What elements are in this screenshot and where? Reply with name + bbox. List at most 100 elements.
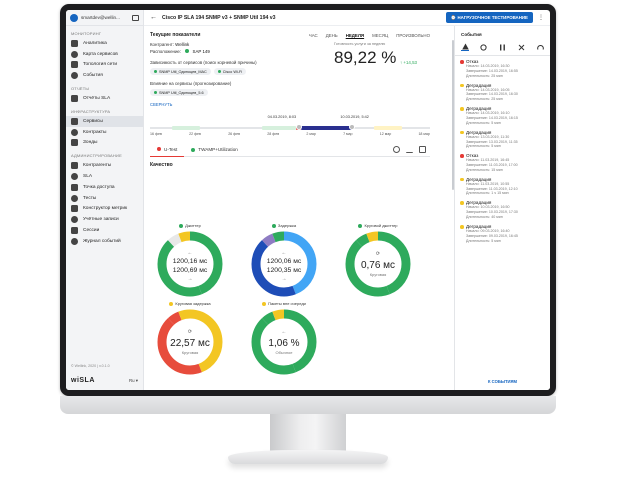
arrow-icon: ←: [282, 329, 287, 335]
service-chip[interactable]: SNMP Util_Одиноцев_MAC: [150, 68, 211, 75]
line-chart-icon[interactable]: [406, 146, 413, 153]
event-item[interactable]: Деградация Начало: 14.03.2019, 16:05 Завер…: [460, 83, 544, 102]
event-item[interactable]: Отказ Начало: 14.03.2019, 16:30 Завершение…: [460, 59, 544, 78]
monitor-base: [228, 450, 388, 464]
tab-label: U-Test: [164, 146, 178, 152]
event-item[interactable]: Отказ Начало: 11.03.2019, 16:45 Завершение…: [460, 153, 544, 172]
sidebar-item[interactable]: Аналитика: [66, 38, 143, 49]
test-tab-list: U-Test TWAMP+Utilization: [150, 143, 245, 157]
grid-icon[interactable]: [419, 146, 426, 153]
refresh-icon[interactable]: [480, 43, 488, 51]
service-chip[interactable]: SNMP Util_Одиноцев_5.6: [150, 89, 208, 96]
metric-name: Круговая задержка: [175, 301, 211, 306]
timeline-tick: 2 мар: [306, 132, 316, 136]
scissors-icon[interactable]: [517, 43, 525, 51]
period-tab[interactable]: ЧАС: [309, 33, 318, 38]
metric-value-bottom: 1200,69 мс: [173, 267, 208, 274]
sidebar-item[interactable]: Учётные записи: [66, 214, 143, 225]
period-tab[interactable]: НЕДЕЛЯ: [346, 33, 364, 38]
events-panel: События Отказ Начало: 14.03.2019, 16:30 За…: [454, 26, 550, 390]
sidebar-item[interactable]: Отчёты SLA: [66, 93, 143, 104]
sidebar-item[interactable]: Точка доступа: [66, 182, 143, 193]
quality-metric[interactable]: Круговой джиттер ⟳ 0,76 мс Круговая: [338, 222, 418, 298]
all-events-link[interactable]: К СОБЫТИЯМ: [455, 379, 550, 384]
sidebar-item-label: Топология сети: [83, 62, 118, 68]
gauge-icon[interactable]: [536, 43, 544, 51]
event-item[interactable]: Деградация Начало: 13.03.2019, 11:30 Завер…: [460, 130, 544, 149]
event-item[interactable]: Деградация Начало: 10.03.2019, 16:50 Завер…: [460, 200, 544, 219]
location-label: Расположение:: [150, 49, 182, 54]
sidebar-item[interactable]: Карта сервисов: [66, 49, 143, 60]
monitor-frame: smartdev@wellin... МОНИТОРИНГ Аналитика Ка…: [60, 4, 556, 396]
metric-name: Джиттер: [185, 223, 201, 228]
tools-icon[interactable]: [499, 43, 507, 51]
tab-test[interactable]: U-Test: [150, 143, 185, 157]
user-bar[interactable]: smartdev@wellin...: [66, 10, 143, 26]
sidebar-item[interactable]: Топология сети: [66, 60, 143, 71]
sidebar-item[interactable]: Сервисы: [66, 115, 143, 127]
topology-icon: [71, 61, 78, 69]
status-dot: [217, 70, 221, 73]
metric-value: 0,76 мс: [361, 260, 395, 271]
accounts-icon: [71, 216, 78, 224]
quality-metric[interactable]: Джиттер ← 1200,16 мс 1200,69 мс →: [150, 222, 230, 298]
period-tab[interactable]: МЕСЯЦ: [372, 33, 388, 38]
map-icon: [71, 50, 78, 58]
list-icon: [71, 117, 78, 125]
sidebar-item[interactable]: Тесты: [66, 193, 143, 204]
metric-value: 22,57 мс: [170, 338, 210, 349]
event-filter-icons: [455, 40, 550, 56]
event-item[interactable]: Деградация Начало: 11.03.2019, 10:55 Завер…: [460, 177, 544, 196]
sidebar-item[interactable]: Зонды: [66, 138, 143, 149]
more-menu-icon[interactable]: ⋮: [538, 14, 544, 21]
service-chip[interactable]: Cisco Wi-Fi: [213, 68, 247, 75]
event-item[interactable]: Деградация Начало: 14.03.2019, 16:10 Завер…: [460, 106, 544, 125]
event-item[interactable]: Деградация Начало: 09.03.2019, 16:40 Завер…: [460, 224, 544, 243]
sidebar-item[interactable]: Сессии: [66, 225, 143, 236]
sidebar-item[interactable]: Конструктор метрик: [66, 204, 143, 215]
access-point-icon: [71, 183, 78, 191]
sidebar-item[interactable]: Контрагенты: [66, 160, 143, 171]
avatar: [70, 13, 78, 22]
event-duration: Длительность: 5 мин: [466, 144, 501, 149]
load-test-label: НАГРУЗОЧНОЕ ТЕСТИРОВАНИЕ: [457, 14, 528, 20]
sidebar-item[interactable]: SLA: [66, 171, 143, 182]
status-dot: [271, 223, 276, 228]
period-tab[interactable]: ДЕНЬ: [326, 33, 338, 38]
chip-label: SNMP Util_Одиноцев_5.6: [159, 90, 204, 95]
period-tab[interactable]: ПРОИЗВОЛЬНО: [396, 33, 430, 38]
donut-chart: ← 1200,16 мс 1200,69 мс →: [157, 231, 223, 297]
sidebar-item-label: Сессии: [83, 228, 100, 234]
timeline-handle[interactable]: [348, 124, 355, 130]
load-test-button[interactable]: ⌚ НАГРУЗОЧНОЕ ТЕСТИРОВАНИЕ: [445, 12, 533, 23]
sidebar-item[interactable]: События: [66, 70, 143, 81]
quality-metric[interactable]: Задержка ← 1200,06 мс 1200,35 мс →: [244, 222, 324, 298]
warning-icon: [71, 72, 78, 80]
collapse-link[interactable]: СВЕРНУТЬ: [150, 102, 430, 107]
sidebar-item-label: Зонды: [83, 140, 98, 146]
tab-label: TWAMP+Utilization: [198, 147, 238, 152]
status-dot: [460, 60, 464, 64]
clock-icon: [71, 95, 78, 103]
timeline-handle[interactable]: [295, 124, 302, 130]
quality-metric[interactable]: Круговая задержка ⟳ 22,57 мс Круговая: [150, 300, 230, 376]
donut-chart: ⟳22,57 мсКруговая: [157, 309, 223, 375]
refresh-icon[interactable]: [393, 146, 400, 153]
event-duration: Длительность: 5 мин: [466, 120, 501, 125]
quality-metric[interactable]: Пакеты вне очереди ← 1,06 % Обычное: [244, 300, 324, 376]
test-tabs: U-Test TWAMP+Utilization: [150, 143, 430, 157]
timeline-tick: 28 фев: [267, 132, 280, 136]
tab-test[interactable]: TWAMP+Utilization: [184, 143, 245, 157]
timeline[interactable]: 04.03.2019, 8:03 10.03.2019, 5:42 16 фев…: [150, 115, 430, 141]
app-window: smartdev@wellin... МОНИТОРИНГ Аналитика Ка…: [66, 10, 550, 390]
timeline-segment: [301, 126, 352, 130]
status-dot: [460, 130, 464, 135]
warning-icon[interactable]: [461, 43, 469, 51]
arrow-right-icon: →: [188, 276, 193, 282]
language-select[interactable]: Ru ▾: [129, 378, 138, 384]
sidebar-item[interactable]: Журнал событий: [66, 236, 143, 247]
back-arrow-icon[interactable]: ←: [150, 14, 157, 21]
sidebar-item[interactable]: Контракты: [66, 127, 143, 138]
logout-icon[interactable]: [132, 14, 139, 21]
sidebar-bottom: wiSLA Ru ▾: [71, 377, 138, 384]
